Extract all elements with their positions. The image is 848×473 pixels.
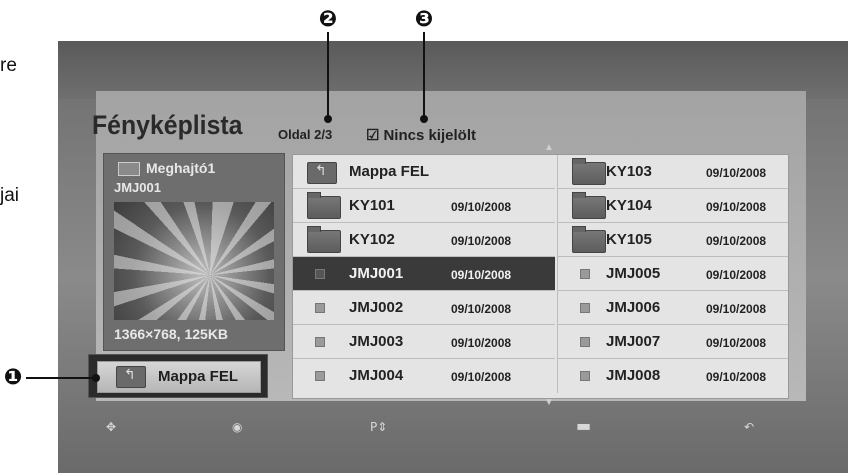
list-item-name: JMJ002 <box>349 299 404 316</box>
color-key-icon: ▬ <box>576 416 592 435</box>
callout-leader-2 <box>327 32 329 118</box>
list-item[interactable]: JMJ008 09/10/2008 <box>557 359 788 393</box>
selection-status: ☑ Nincs kijelölt <box>366 126 476 144</box>
checkbox-icon[interactable]: ☑ <box>366 127 379 144</box>
list-item-date: 09/10/2008 <box>706 302 767 316</box>
selection-status-label: Nincs kijelölt <box>383 127 476 144</box>
preview-file-name: JMJ001 <box>114 180 161 195</box>
list-item[interactable]: JMJ006 09/10/2008 <box>557 291 788 325</box>
folder-up-button-label: Mappa FEL <box>158 368 239 385</box>
scroll-up-icon[interactable]: ▲ <box>544 142 554 153</box>
folder-icon <box>307 226 341 253</box>
folder-up-button-face[interactable]: Mappa FEL <box>97 361 261 393</box>
folder-up-icon <box>116 366 146 388</box>
list-item-date: 09/10/2008 <box>451 370 512 384</box>
back-icon: ↶ <box>744 420 755 434</box>
list-item[interactable]: KY101 09/10/2008 <box>293 189 555 223</box>
list-item-name: JMJ007 <box>606 333 661 350</box>
page-up-down-icon: P⇕ <box>370 420 388 434</box>
margin-text-1: re <box>0 55 17 76</box>
callout-badge-2: ❷ <box>318 7 338 32</box>
list-item-name: KY105 <box>606 231 652 248</box>
callout-dot-1 <box>92 374 100 382</box>
list-item-date: 09/10/2008 <box>451 268 512 282</box>
folder-up-button[interactable]: Mappa FEL <box>88 354 268 398</box>
photo-file-icon <box>580 269 590 279</box>
callout-leader-3 <box>423 32 425 118</box>
list-item[interactable]: KY103 09/10/2008 <box>557 155 788 189</box>
ok-icon: ◉ <box>232 420 243 434</box>
preview-thumbnail <box>114 202 274 320</box>
photo-file-icon <box>580 371 590 381</box>
list-item[interactable]: JMJ002 09/10/2008 <box>293 291 555 325</box>
list-item-date: 09/10/2008 <box>706 200 767 214</box>
remote-key-guide: ✥ ◉ P⇕ ▬ ↶ <box>58 408 848 448</box>
list-item-name: KY103 <box>606 163 652 180</box>
list-item-date: 09/10/2008 <box>451 200 512 214</box>
photo-file-icon <box>315 371 325 381</box>
drive-name: Meghajtó1 <box>146 160 216 176</box>
photo-file-icon <box>315 269 325 279</box>
folder-up-icon <box>307 162 337 184</box>
callout-leader-1 <box>26 377 96 379</box>
list-item-date: 09/10/2008 <box>706 268 767 282</box>
list-item-name: KY102 <box>349 231 395 248</box>
list-item[interactable]: KY105 09/10/2008 <box>557 223 788 257</box>
callout-badge-1: ❶ <box>3 365 23 390</box>
photo-file-icon <box>315 303 325 313</box>
list-item-date: 09/10/2008 <box>451 302 512 316</box>
list-item[interactable]: Mappa FEL <box>293 155 555 189</box>
list-item-date: 09/10/2008 <box>451 234 512 248</box>
scroll-down-icon[interactable]: ▼ <box>544 397 554 408</box>
drive-icon <box>118 162 140 177</box>
list-item-name: JMJ005 <box>606 265 661 282</box>
photo-file-icon <box>580 303 590 313</box>
list-item-name: Mappa FEL <box>349 163 430 180</box>
move-icon: ✥ <box>106 420 117 434</box>
file-list: Mappa FEL KY101 09/10/2008 KY102 09/10/2… <box>292 154 789 399</box>
photo-file-icon <box>580 337 590 347</box>
list-item-date: 09/10/2008 <box>706 166 767 180</box>
list-item[interactable]: JMJ005 09/10/2008 <box>557 257 788 291</box>
page-indicator: Oldal 2/3 <box>278 127 333 142</box>
callout-badge-3: ❸ <box>414 7 434 32</box>
list-item-date: 09/10/2008 <box>706 336 767 350</box>
list-item-name: JMJ006 <box>606 299 661 316</box>
margin-text-2: jai <box>0 185 20 206</box>
preview-pane: Meghajtó1 JMJ001 1366×768, 125KB <box>103 153 285 351</box>
list-item-name: JMJ003 <box>349 333 404 350</box>
folder-icon <box>307 192 341 219</box>
drive-label: Meghajtó1 <box>118 160 216 177</box>
list-item-name: JMJ001 <box>349 265 404 282</box>
list-item-date: 09/10/2008 <box>706 370 767 384</box>
list-item-name: JMJ004 <box>349 367 404 384</box>
list-item[interactable]: JMJ003 09/10/2008 <box>293 325 555 359</box>
photo-file-icon <box>315 337 325 347</box>
folder-icon <box>572 226 606 253</box>
list-item-name: KY104 <box>606 197 652 214</box>
list-item[interactable]: KY104 09/10/2008 <box>557 189 788 223</box>
list-item[interactable]: JMJ007 09/10/2008 <box>557 325 788 359</box>
list-item-date: 09/10/2008 <box>451 336 512 350</box>
callout-dot-2 <box>324 115 332 123</box>
list-item[interactable]: JMJ004 09/10/2008 <box>293 359 555 393</box>
page-title: Fényképlista <box>92 110 243 140</box>
list-item[interactable]: KY102 09/10/2008 <box>293 223 555 257</box>
list-item-selected[interactable]: JMJ001 09/10/2008 <box>293 257 555 291</box>
list-item-date: 09/10/2008 <box>706 234 767 248</box>
list-item-name: KY101 <box>349 197 395 214</box>
folder-icon <box>572 192 606 219</box>
callout-dot-3 <box>420 115 428 123</box>
folder-icon <box>572 158 606 185</box>
preview-resolution: 1366×768, 125KB <box>114 326 229 342</box>
list-item-name: JMJ008 <box>606 367 661 384</box>
